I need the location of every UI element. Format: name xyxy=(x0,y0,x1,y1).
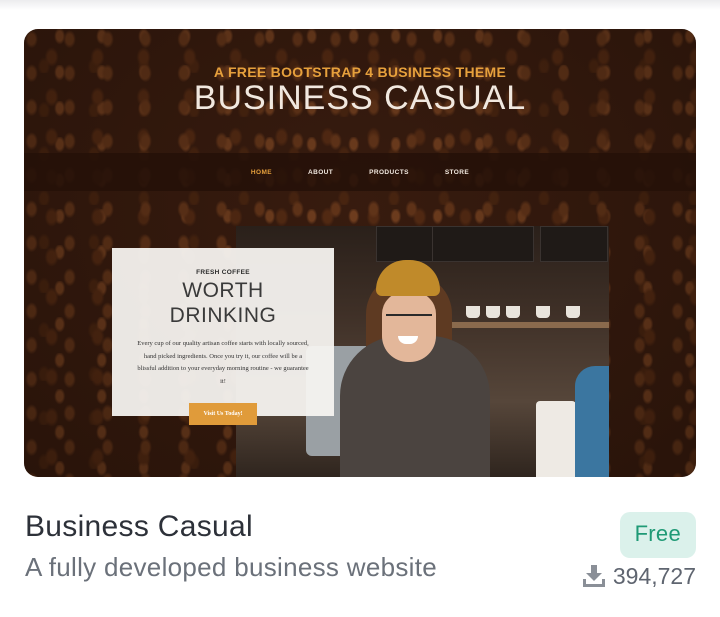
customer-sleeve xyxy=(575,366,609,477)
download-count: 394,727 xyxy=(582,561,696,591)
barista-glasses xyxy=(386,314,432,324)
cup xyxy=(506,306,520,318)
menu-board xyxy=(540,226,608,262)
barista-beanie xyxy=(376,260,440,296)
promo-heading: WORTH DRINKING xyxy=(112,278,334,328)
cup xyxy=(466,306,480,318)
preview-nav-products: PRODUCTS xyxy=(369,168,409,176)
promo-visit-button: Visit Us Today! xyxy=(189,403,257,425)
barista-face xyxy=(382,292,436,362)
price-badge: Free xyxy=(619,512,696,558)
preview-nav-store: STORE xyxy=(444,168,470,176)
theme-description: A fully developed business website xyxy=(25,552,438,582)
preview-navbar: HOME ABOUT PRODUCTS STORE xyxy=(24,153,696,191)
preview-subtitle: A FREE BOOTSTRAP 4 BUSINESS THEME xyxy=(213,64,507,80)
preview-promo-box: FRESH COFFEE WORTH DRINKING Every cup of… xyxy=(112,248,334,425)
download-count-value: 394,727 xyxy=(612,562,696,589)
paper-cup xyxy=(536,401,576,477)
cup xyxy=(536,306,550,318)
cup xyxy=(566,306,580,318)
promo-heading-line1: WORTH xyxy=(182,279,264,302)
preview-nav-home: HOME xyxy=(250,168,273,176)
theme-preview-image[interactable]: A FREE BOOTSTRAP 4 BUSINESS THEME BUSINE… xyxy=(24,29,696,477)
promo-kicker: FRESH COFFEE xyxy=(196,269,250,276)
menu-board xyxy=(432,226,534,262)
download-icon xyxy=(582,565,606,587)
preview-nav-about: ABOUT xyxy=(308,168,334,176)
preview-hero-title: BUSINESS CASUAL xyxy=(193,79,527,117)
promo-body: Every cup of our quality artisan coffee … xyxy=(137,340,309,385)
theme-title[interactable]: Business Casual xyxy=(25,510,253,544)
promo-heading-line2: DRINKING xyxy=(169,304,277,327)
cup xyxy=(486,306,500,318)
